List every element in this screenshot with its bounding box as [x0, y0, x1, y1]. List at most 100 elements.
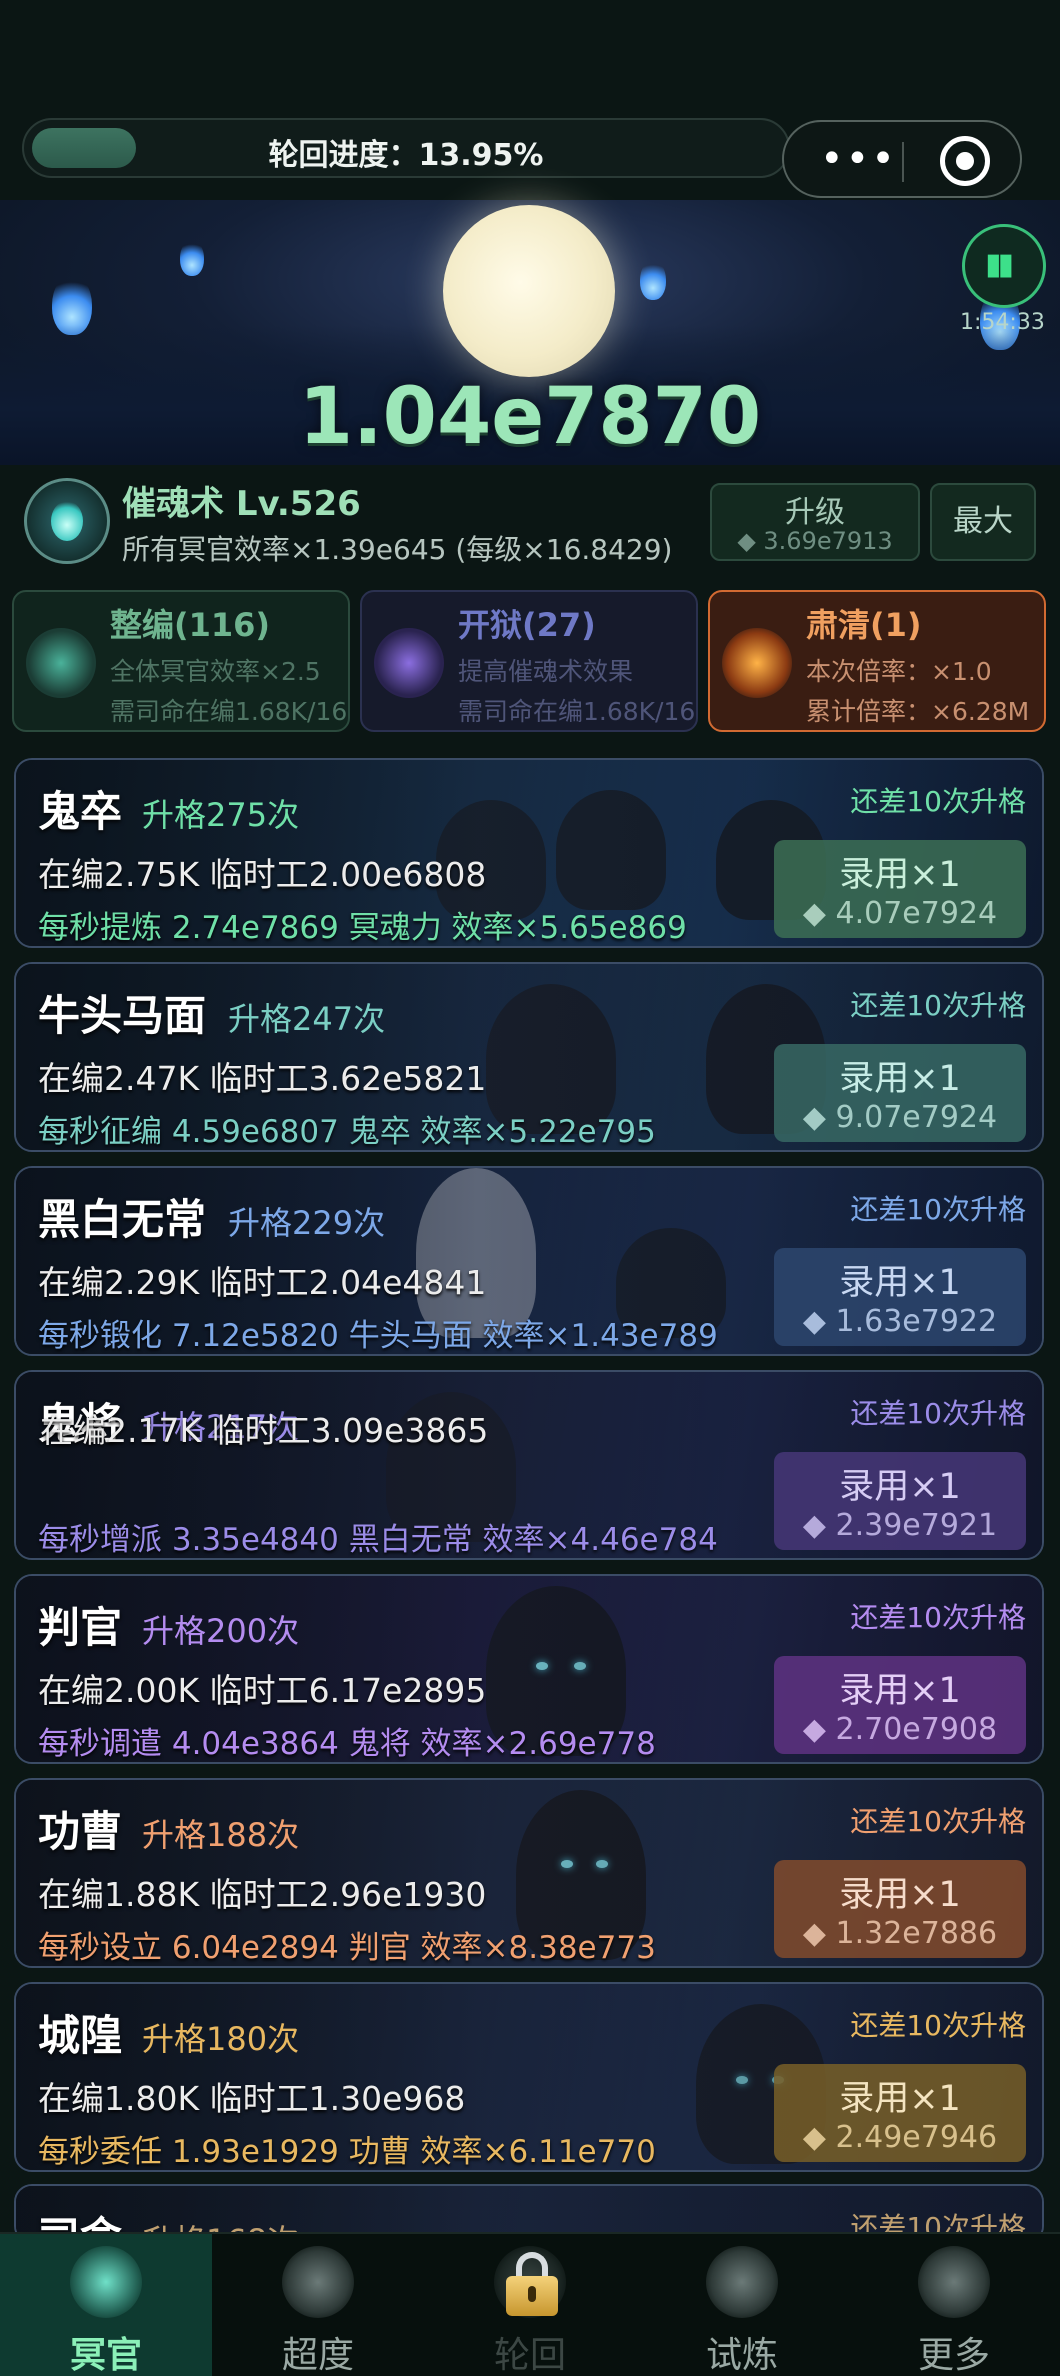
unit-promote-need: 还差10次升格 — [850, 1805, 1026, 1838]
moon-orb[interactable] — [443, 205, 615, 377]
hire-label: 录用×1 — [839, 1059, 961, 1099]
unit-promotions: 升格180次 — [142, 2020, 300, 2058]
unit-staff: 在编2.00K 临时工6.17e2895 — [38, 1671, 487, 1710]
unit-name: 城隍 — [38, 2011, 123, 2060]
unit-promote-need: 还差10次升格 — [850, 1193, 1026, 1226]
unit-name: 鬼卒 — [38, 787, 123, 836]
nav-label: 轮回 — [493, 2335, 566, 2376]
unit-promotions: 升格229次 — [228, 1204, 386, 1242]
unit-promotions: 升格275次 — [142, 796, 300, 834]
soul-summon-skill-icon — [24, 478, 110, 564]
nav-tab-officials[interactable]: 冥官 — [0, 2234, 212, 2376]
unit-rate: 每秒锻化 7.12e5820 牛头马面 效率×1.43e789 — [38, 1318, 718, 1354]
unit-promote-need: 还差10次升格 — [850, 989, 1026, 1022]
panel-total-multiplier: 累计倍率：×6.28M — [806, 697, 1030, 726]
unit-card-ox-horse[interactable]: 牛头马面 升格247次 在编2.47K 临时工3.62e5821 每秒征编 4.… — [14, 962, 1044, 1152]
panel-title: 整编(116) — [110, 606, 271, 644]
unit-staff: 在编2.17K 临时工3.09e3865 — [40, 1411, 489, 1450]
skill-description: 所有冥官效率×1.39e645 (每级×16.8429) — [122, 533, 673, 566]
hire-button[interactable]: 录用×1 ◆ 2.70e7908 — [774, 1656, 1026, 1754]
unit-name: 功曹 — [38, 1807, 123, 1856]
unit-staff: 在编2.75K 临时工2.00e6808 — [38, 855, 487, 894]
hire-button[interactable]: 录用×1 ◆ 2.39e7921 — [774, 1452, 1026, 1550]
unit-promote-need: 还差10次升格 — [850, 2009, 1026, 2042]
panel-requirement: 需司命在编1.68K/1695 — [110, 697, 348, 726]
nav-tab-more[interactable]: 更多 — [848, 2234, 1060, 2376]
unit-card-judge[interactable]: 判官 升格200次 在编2.00K 临时工6.17e2895 每秒调遣 4.04… — [14, 1574, 1044, 1764]
skill-upgrade-button[interactable]: 升级 ◆ 3.69e7913 — [710, 483, 920, 561]
skill-name: 催魂术 Lv.526 — [122, 484, 361, 524]
unit-staff: 在编1.88K 临时工2.96e1930 — [38, 1875, 487, 1914]
hire-label: 录用×1 — [839, 1263, 961, 1303]
panel-title: 开狱(27) — [458, 606, 596, 644]
hire-cost: ◆ 9.07e7924 — [802, 1100, 998, 1135]
nav-label: 试炼 — [705, 2335, 778, 2376]
purge-panel[interactable]: 肃清(1) 本次倍率：×1.0 累计倍率：×6.28M — [708, 590, 1046, 732]
hire-button[interactable]: 录用×1 ◆ 2.49e7946 — [774, 2064, 1026, 2162]
boost-timer: 1:54:33 — [960, 310, 1045, 335]
spirit-flame-icon — [706, 2246, 778, 2318]
reorganize-icon — [26, 628, 96, 698]
currency-amount: 1.04e7870 — [298, 372, 762, 462]
unit-staff: 在编2.29K 临时工2.04e4841 — [38, 1263, 487, 1302]
unit-promotions: 升格247次 — [228, 1000, 386, 1038]
unit-rate: 每秒调遣 4.04e3864 鬼将 效率×2.69e778 — [38, 1726, 656, 1762]
ghost-official-icon — [70, 2246, 142, 2318]
unit-promotions: 升格200次 — [142, 1612, 300, 1650]
hire-cost: ◆ 1.63e7922 — [802, 1304, 998, 1339]
reorganize-panel[interactable]: 整编(116) 全体冥官效率×2.5 需司命在编1.68K/1695 — [12, 590, 350, 732]
hire-label: 录用×1 — [839, 1875, 961, 1915]
panel-desc: 提高催魂术效果 — [458, 657, 634, 686]
hire-button[interactable]: 录用×1 ◆ 9.07e7924 — [774, 1044, 1026, 1142]
skill-max-button[interactable]: 最大 — [930, 483, 1036, 561]
unit-name: 判官 — [38, 1603, 123, 1652]
unit-promote-need: 还差10次升格 — [850, 785, 1026, 818]
blue-flame-icon — [640, 260, 666, 300]
unit-card-city-god[interactable]: 城隍 升格180次 在编1.80K 临时工1.30e968 每秒委任 1.93e… — [14, 1982, 1044, 2172]
upgrade-cost: ◆ 3.69e7913 — [737, 527, 893, 555]
hire-cost: ◆ 1.32e7886 — [802, 1916, 998, 1951]
nav-label: 超度 — [281, 2335, 354, 2376]
panel-title: 肃清(1) — [806, 606, 922, 644]
unit-card-ghost-general[interactable]: 鬼将 升格217次 在编2.17K 临时工3.09e3865 每秒增派 3.35… — [14, 1370, 1044, 1560]
unit-card-merit-officer[interactable]: 功曹 升格188次 在编1.88K 临时工2.96e1930 每秒设立 6.04… — [14, 1778, 1044, 1968]
upgrade-label: 升级 — [785, 495, 845, 530]
unit-rate: 每秒增派 3.35e4840 黑白无常 效率×4.46e784 — [38, 1522, 718, 1558]
nav-label: 更多 — [917, 2335, 990, 2376]
hire-label: 录用×1 — [839, 1467, 961, 1507]
open-prison-panel[interactable]: 开狱(27) 提高催魂术效果 需司命在编1.68K/16 — [360, 590, 698, 732]
blue-flame-icon — [180, 240, 204, 276]
mini-program-capsule[interactable]: ••• — [782, 120, 1022, 198]
hire-cost: ◆ 2.70e7908 — [802, 1712, 998, 1747]
more-dots-icon[interactable]: ••• — [820, 136, 897, 182]
purge-flame-icon — [722, 628, 792, 698]
unit-rate: 每秒征编 4.59e6807 鬼卒 效率×5.22e795 — [38, 1114, 656, 1150]
nav-tab-salvation[interactable]: 超度 — [212, 2234, 424, 2376]
reincarnation-progress-bar: 轮回进度：13.95% — [22, 118, 790, 178]
hire-button[interactable]: 录用×1 ◆ 1.32e7886 — [774, 1860, 1026, 1958]
hire-button[interactable]: 录用×1 ◆ 4.07e7924 — [774, 840, 1026, 938]
unit-name: 黑白无常 — [38, 1195, 207, 1244]
unit-card-black-white-impermanence[interactable]: 黑白无常 升格229次 在编2.29K 临时工2.04e4841 每秒锻化 7.… — [14, 1166, 1044, 1356]
prison-icon — [374, 628, 444, 698]
speed-boost-icon[interactable] — [962, 224, 1046, 308]
unit-promotions: 升格188次 — [142, 1816, 300, 1854]
capsule-divider — [902, 142, 904, 182]
unit-card-ghost-soldier[interactable]: 鬼卒 升格275次 在编2.75K 临时工2.00e6808 每秒提炼 2.74… — [14, 758, 1044, 948]
nav-label: 冥官 — [69, 2335, 142, 2376]
unit-promote-need: 还差10次升格 — [850, 1397, 1026, 1430]
panel-desc: 全体冥官效率×2.5 — [110, 657, 321, 686]
close-target-icon[interactable] — [940, 136, 990, 186]
unit-rate: 每秒设立 6.04e2894 判官 效率×8.38e773 — [38, 1930, 656, 1966]
unit-rate: 每秒委任 1.93e1929 功曹 效率×6.11e770 — [38, 2134, 656, 2170]
hire-label: 录用×1 — [839, 855, 961, 895]
bottom-navigation: 冥官 超度 轮回 试炼 更多 — [0, 2232, 1060, 2376]
nav-tab-reincarnation[interactable]: 轮回 — [424, 2234, 636, 2376]
hire-cost: ◆ 2.49e7946 — [802, 2120, 998, 2155]
shrine-icon — [282, 2246, 354, 2318]
unit-promote-need: 还差10次升格 — [850, 1601, 1026, 1634]
lock-icon — [506, 2252, 558, 2316]
hire-cost: ◆ 4.07e7924 — [802, 896, 998, 931]
hire-button[interactable]: 录用×1 ◆ 1.63e7922 — [774, 1248, 1026, 1346]
nav-tab-trial[interactable]: 试炼 — [636, 2234, 848, 2376]
